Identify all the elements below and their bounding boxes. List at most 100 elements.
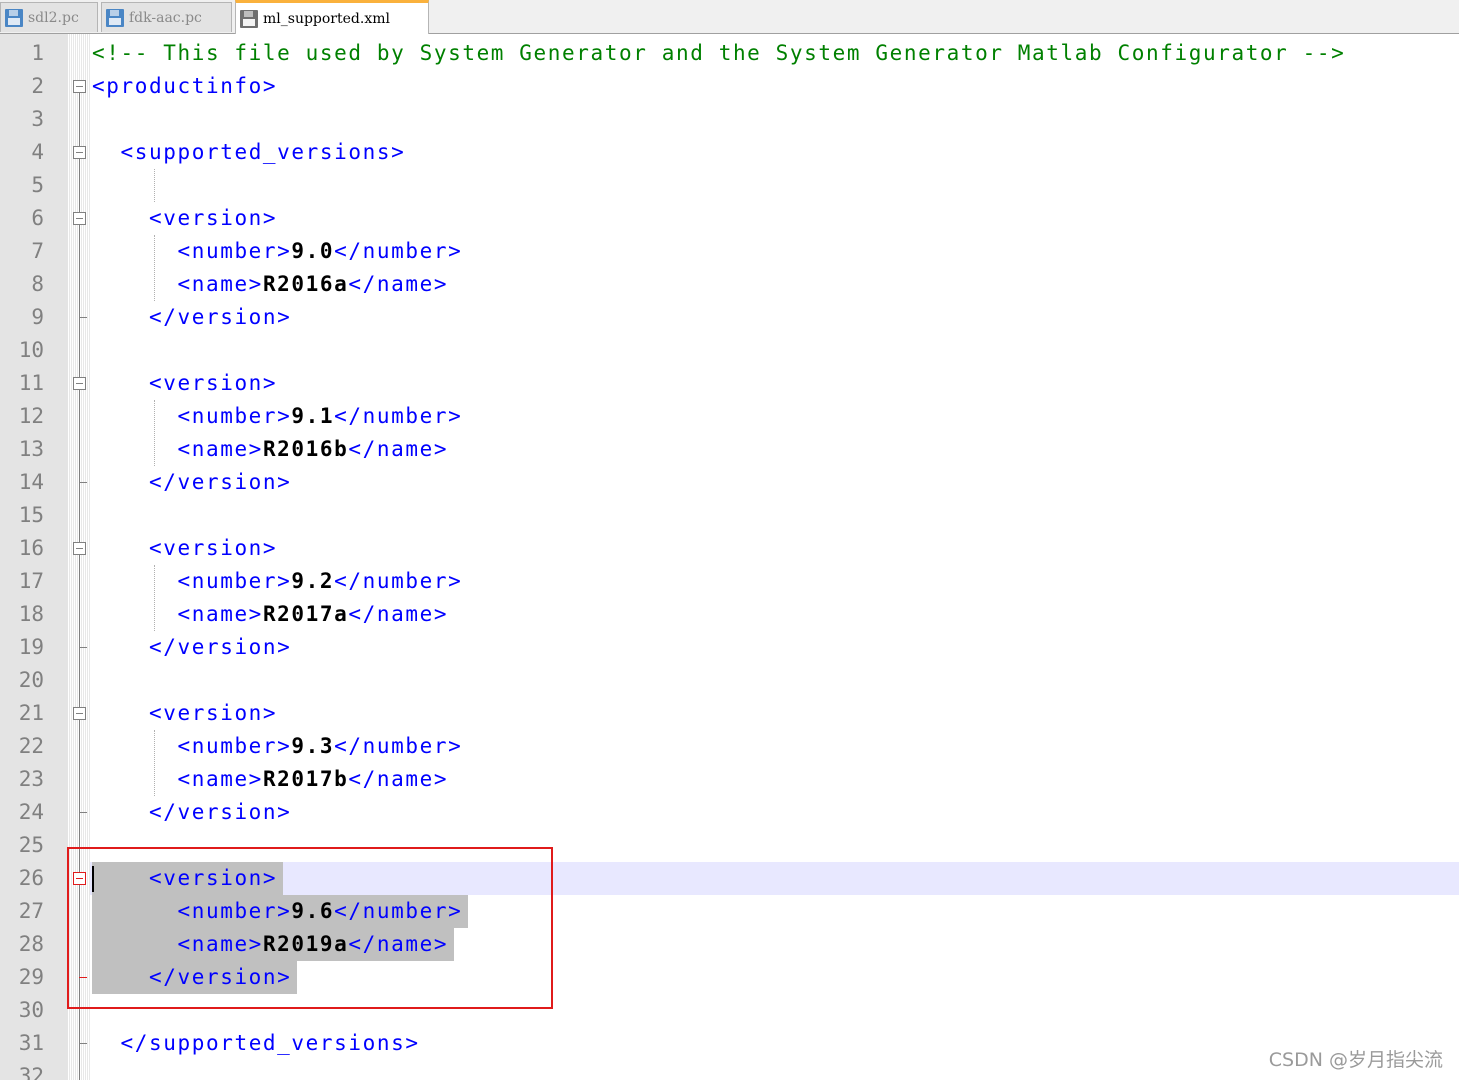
line-number: 20 (18, 668, 44, 692)
code-text: <version> (92, 367, 277, 400)
xml-tag: </number> (334, 569, 463, 593)
line-number: 28 (18, 932, 44, 956)
line-number: 18 (18, 602, 44, 626)
code-text: </version> (92, 301, 291, 334)
line-number: 11 (18, 371, 44, 395)
line-number: 32 (18, 1064, 44, 1080)
code-line[interactable]: 19 </version> (0, 631, 1459, 664)
save-disk-icon (240, 9, 258, 28)
xml-value: R2016b (262, 437, 349, 461)
tab-label: ml_supported.xml (263, 10, 390, 27)
line-number: 1 (31, 41, 44, 65)
xml-value: 9.0 (291, 239, 335, 263)
line-number: 22 (18, 734, 44, 758)
xml-tag: </name> (348, 767, 449, 791)
code-text: <name>R2017b</name> (92, 763, 448, 796)
xml-value: R2017a (262, 602, 349, 626)
code-text: </supported_versions> (92, 1027, 420, 1060)
fold-collapse-icon[interactable] (73, 707, 86, 720)
code-line[interactable]: 23 <name>R2017b</name> (0, 763, 1459, 796)
code-line[interactable]: 12 <number>9.1</number> (0, 400, 1459, 433)
code-line[interactable]: 22 <number>9.3</number> (0, 730, 1459, 763)
fold-collapse-icon[interactable] (73, 377, 86, 390)
fold-collapse-icon[interactable] (73, 80, 86, 93)
line-number: 30 (18, 998, 44, 1022)
line-number: 17 (18, 569, 44, 593)
xml-comment: <!-- This file used by System Generator … (92, 41, 1346, 65)
xml-tag: <name> (177, 602, 263, 626)
line-number: 15 (18, 503, 44, 527)
code-line[interactable]: 2 <productinfo> (0, 70, 1459, 103)
line-number: 25 (18, 833, 44, 857)
code-line[interactable]: 20 (0, 664, 1459, 697)
code-line[interactable]: 24 </version> (0, 796, 1459, 829)
tab-bar: sdl2.pc fdk-aac.pc ml_supported.xml (0, 0, 1459, 34)
tab-ml-supported-xml[interactable]: ml_supported.xml (235, 0, 429, 34)
xml-tag: <number> (177, 569, 292, 593)
code-line[interactable]: 13 <name>R2016b</name> (0, 433, 1459, 466)
line-number: 8 (31, 272, 44, 296)
code-text: <name>R2016b</name> (92, 433, 448, 466)
fold-end-marker (79, 317, 87, 318)
xml-value: 9.3 (291, 734, 335, 758)
line-number: 10 (18, 338, 44, 362)
code-line[interactable]: 31 </supported_versions> (0, 1027, 1459, 1060)
tab-fdk-aac-pc[interactable]: fdk-aac.pc (101, 2, 232, 32)
xml-tag: </name> (348, 272, 449, 296)
xml-tag: </number> (334, 734, 463, 758)
code-line[interactable]: 9 </version> (0, 301, 1459, 334)
code-text: <productinfo> (92, 70, 277, 103)
code-text: </version> (92, 631, 291, 664)
code-line[interactable]: 3 (0, 103, 1459, 136)
code-line[interactable]: 15 (0, 499, 1459, 532)
xml-tag: </name> (348, 437, 449, 461)
line-number: 5 (31, 173, 44, 197)
code-text: <!-- This file used by System Generator … (92, 37, 1345, 70)
code-line[interactable]: 8 <name>R2016a</name> (0, 268, 1459, 301)
xml-tag: </version> (148, 470, 292, 494)
xml-tag: </name> (348, 602, 449, 626)
code-line[interactable]: 6 <version> (0, 202, 1459, 235)
fold-end-marker (79, 812, 87, 813)
xml-tag: </version> (148, 305, 292, 329)
code-text: <number>9.0</number> (92, 235, 462, 268)
code-text: <version> (92, 532, 277, 565)
code-line[interactable]: 11 <version> (0, 367, 1459, 400)
code-line[interactable]: 5 (0, 169, 1459, 202)
code-text: </version> (92, 466, 291, 499)
xml-tag: <name> (177, 272, 263, 296)
code-line[interactable]: 14 </version> (0, 466, 1459, 499)
save-disk-icon (5, 8, 23, 27)
code-text: <number>9.1</number> (92, 400, 462, 433)
code-line[interactable]: 1 <!-- This file used by System Generator… (0, 37, 1459, 70)
xml-tag: <number> (177, 734, 292, 758)
code-line[interactable]: 32 (0, 1060, 1459, 1080)
code-line[interactable]: 16 <version> (0, 532, 1459, 565)
code-line[interactable]: 17 <number>9.2</number> (0, 565, 1459, 598)
code-line[interactable]: 21 <version> (0, 697, 1459, 730)
line-number: 14 (18, 470, 44, 494)
line-number: 21 (18, 701, 44, 725)
fold-collapse-icon[interactable] (73, 146, 86, 159)
fold-collapse-icon[interactable] (73, 542, 86, 555)
code-line[interactable]: 18 <name>R2017a</name> (0, 598, 1459, 631)
code-line[interactable]: 4 <supported_versions> (0, 136, 1459, 169)
tab-sdl2-pc[interactable]: sdl2.pc (0, 2, 98, 32)
code-line[interactable]: 10 (0, 334, 1459, 367)
xml-value: 9.2 (291, 569, 335, 593)
code-line[interactable]: 7 <number>9.0</number> (0, 235, 1459, 268)
fold-collapse-icon[interactable] (73, 212, 86, 225)
xml-tag: <version> (148, 536, 278, 560)
tab-label: sdl2.pc (28, 9, 79, 26)
code-text: <number>9.3</number> (92, 730, 462, 763)
fold-end-marker (79, 647, 87, 648)
